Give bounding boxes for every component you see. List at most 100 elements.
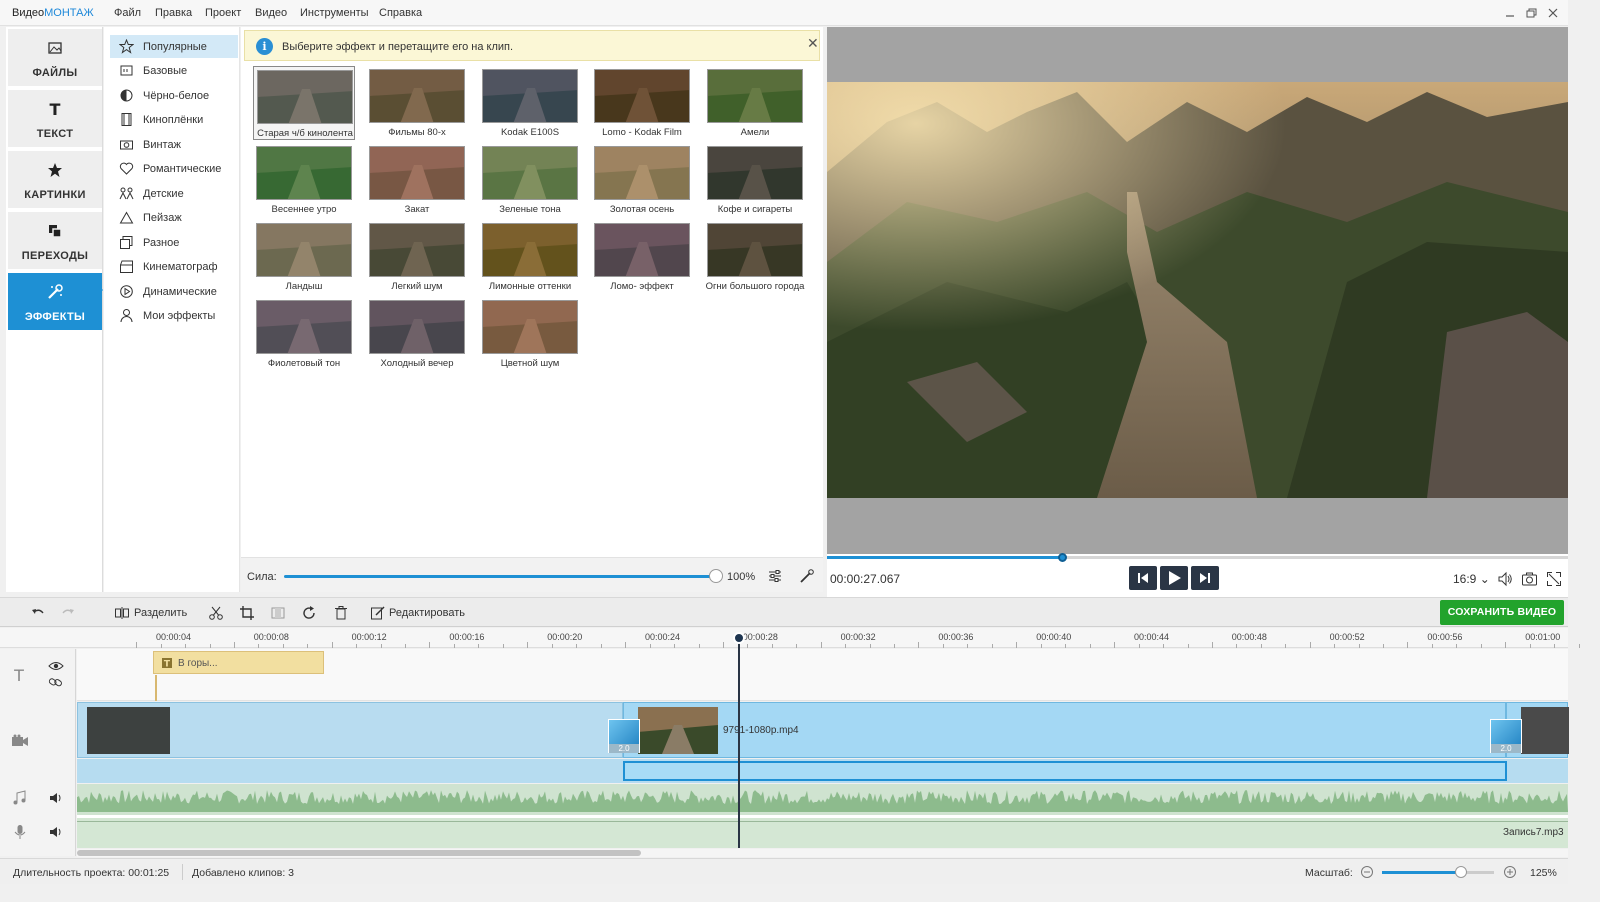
effect-thumbnail[interactable]: Золотая осень bbox=[591, 143, 693, 217]
category-landscape[interactable]: Пейзаж bbox=[110, 206, 238, 229]
restore-icon[interactable] bbox=[1524, 6, 1538, 20]
effect-thumbnail[interactable]: Зеленые тона bbox=[479, 143, 581, 217]
ruler-tick-mark bbox=[1114, 642, 1115, 648]
playback-progress-handle[interactable] bbox=[1057, 553, 1067, 562]
category-romantic[interactable]: Романтические bbox=[110, 157, 238, 180]
strength-slider[interactable] bbox=[284, 575, 716, 578]
category-dynamic[interactable]: Динамические bbox=[110, 280, 238, 303]
effect-thumbnail[interactable]: Весеннее утро bbox=[253, 143, 355, 217]
category-cinema[interactable]: Кинематограф bbox=[110, 255, 238, 278]
tab-transitions[interactable]: ПЕРЕХОДЫ bbox=[8, 212, 102, 271]
timeline-scrollbar-thumb[interactable] bbox=[77, 850, 641, 856]
rotate-icon[interactable] bbox=[301, 605, 317, 621]
next-button[interactable] bbox=[1191, 566, 1219, 590]
playhead-line[interactable] bbox=[738, 636, 740, 848]
timeline-scrollbar[interactable] bbox=[77, 849, 1568, 857]
close-icon[interactable] bbox=[1546, 6, 1560, 20]
effect-thumbnail[interactable]: Огни большого города bbox=[704, 220, 806, 294]
effect-thumbnail[interactable]: Lomo - Kodak Film bbox=[591, 66, 693, 140]
menu-project[interactable]: Проект bbox=[205, 7, 241, 19]
video-frame[interactable] bbox=[827, 82, 1568, 498]
effect-clip[interactable] bbox=[623, 761, 1507, 781]
save-video-button[interactable]: СОХРАНИТЬ ВИДЕО bbox=[1440, 600, 1564, 625]
ruler-tick-label: 00:00:56 bbox=[1427, 632, 1463, 642]
audio-volume-icon[interactable] bbox=[49, 792, 63, 804]
snapshot-camera-icon[interactable] bbox=[1521, 571, 1538, 587]
tab-pictures[interactable]: КАРТИНКИ bbox=[8, 151, 102, 210]
title-clip[interactable]: T В горы... bbox=[153, 651, 324, 674]
hint-close-icon[interactable]: ✕ bbox=[807, 35, 819, 52]
title-clip-anchor bbox=[155, 675, 157, 701]
scissors-icon[interactable] bbox=[208, 605, 224, 621]
ruler-tick-label: 00:00:44 bbox=[1134, 632, 1170, 642]
ruler-tick-mark bbox=[942, 644, 944, 648]
menu-tools[interactable]: Инструменты bbox=[300, 7, 369, 19]
effect-thumbnail[interactable]: Холодный вечер bbox=[366, 297, 468, 371]
crop-icon[interactable] bbox=[239, 605, 255, 621]
category-film[interactable]: Киноплёнки bbox=[110, 108, 238, 131]
voice-volume-icon[interactable] bbox=[49, 826, 63, 838]
effect-thumbnail[interactable]: Закат bbox=[366, 143, 468, 217]
play-button[interactable] bbox=[1160, 566, 1188, 590]
delete-icon[interactable] bbox=[333, 605, 349, 621]
category-misc[interactable]: Разное bbox=[110, 231, 238, 254]
zoom-slider[interactable] bbox=[1382, 871, 1494, 874]
transition-a[interactable]: 2.0 bbox=[608, 719, 640, 753]
effect-thumbnail[interactable]: Ломо- эффект bbox=[591, 220, 693, 294]
previous-button[interactable] bbox=[1129, 566, 1157, 590]
timeline-ruler[interactable]: 00:00:04 00:00:08 00:00:12 00:00:16 00:00:20… bbox=[0, 628, 1580, 648]
menu-help[interactable]: Справка bbox=[379, 7, 422, 19]
effect-thumbnail[interactable]: Фиолетовый тон bbox=[253, 297, 355, 371]
strength-slider-handle[interactable] bbox=[709, 569, 723, 583]
redo-icon[interactable] bbox=[60, 605, 76, 621]
undo-icon[interactable] bbox=[30, 605, 46, 621]
edit-icon[interactable] bbox=[370, 605, 386, 621]
zoom-out-icon[interactable] bbox=[1360, 865, 1374, 879]
aspect-ratio-select[interactable]: 16:9 ⌄ bbox=[1453, 572, 1490, 586]
category-my-effects[interactable]: Мои эффекты bbox=[110, 304, 238, 327]
menu-edit[interactable]: Правка bbox=[155, 7, 192, 19]
aspect-ratio-value: 16:9 bbox=[1453, 572, 1477, 586]
volume-icon[interactable] bbox=[1497, 571, 1513, 587]
tab-effects[interactable]: ЭФФЕКТЫ bbox=[8, 273, 102, 332]
category-popular[interactable]: Популярные bbox=[110, 35, 238, 58]
category-bw[interactable]: Чёрно-белое bbox=[110, 84, 238, 107]
link-icon[interactable] bbox=[48, 676, 64, 688]
menu-video[interactable]: Видео bbox=[255, 7, 287, 19]
tab-text[interactable]: T ТЕКСТ bbox=[8, 90, 102, 149]
category-vintage[interactable]: Винтаж bbox=[110, 133, 238, 156]
category-basic[interactable]: Базовые bbox=[110, 59, 238, 82]
effect-thumbnail[interactable]: Амели bbox=[704, 66, 806, 140]
transition-b[interactable]: 2.0 bbox=[1490, 719, 1522, 753]
effect-thumbnail[interactable]: Легкий шум bbox=[366, 220, 468, 294]
split-icon[interactable] bbox=[114, 605, 130, 621]
video-clip-2[interactable]: 9791-1080p.mp4 bbox=[623, 702, 1506, 758]
video-clip-1[interactable] bbox=[77, 702, 623, 758]
effect-thumbnail[interactable]: Фильмы 80-х bbox=[366, 66, 468, 140]
clips-count: Добавлено клипов: 3 bbox=[192, 867, 295, 879]
zoom-label: Масштаб: bbox=[1305, 867, 1353, 879]
effect-thumbnail[interactable]: Старая ч/б кинолента bbox=[253, 66, 355, 140]
playhead-handle[interactable] bbox=[733, 632, 745, 644]
menu-file[interactable]: Файл bbox=[114, 7, 141, 19]
minimize-icon[interactable] bbox=[1503, 6, 1517, 20]
frame-icon[interactable] bbox=[270, 605, 286, 621]
effect-thumbnail[interactable]: Ландыш bbox=[253, 220, 355, 294]
effect-thumbnail[interactable]: Лимонные оттенки bbox=[479, 220, 581, 294]
effect-label: Старая ч/б кинолента bbox=[257, 128, 353, 139]
magic-wand-icon[interactable] bbox=[799, 568, 815, 584]
playback-progress[interactable] bbox=[827, 553, 1568, 562]
zoom-in-icon[interactable] bbox=[1503, 865, 1517, 879]
effect-thumbnail[interactable]: Цветной шум bbox=[479, 297, 581, 371]
zoom-slider-handle[interactable] bbox=[1455, 866, 1467, 878]
effect-thumbnail[interactable]: Kodak E100S bbox=[479, 66, 581, 140]
effect-thumbnail[interactable]: Кофе и сигареты bbox=[704, 143, 806, 217]
split-button[interactable]: Разделить bbox=[134, 607, 187, 619]
edit-button[interactable]: Редактировать bbox=[389, 607, 465, 619]
category-kids[interactable]: Детские bbox=[110, 182, 238, 205]
settings-sliders-icon[interactable] bbox=[767, 568, 783, 584]
tab-files[interactable]: ФАЙЛЫ bbox=[8, 29, 102, 88]
eye-icon[interactable] bbox=[48, 660, 64, 672]
fullscreen-icon[interactable] bbox=[1546, 571, 1562, 587]
basic-icon bbox=[119, 63, 134, 78]
